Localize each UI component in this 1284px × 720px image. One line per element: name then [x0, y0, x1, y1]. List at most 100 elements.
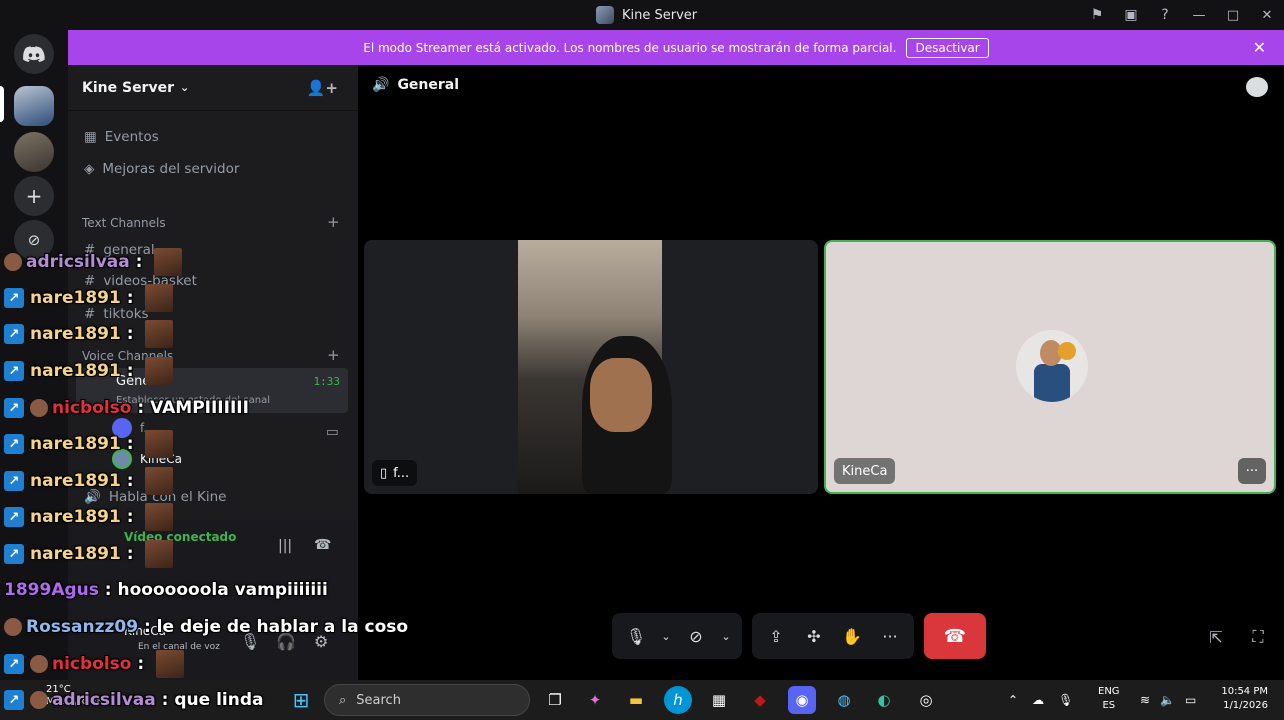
chat-emote-icon — [156, 650, 185, 678]
more-options-button[interactable]: ··· — [1238, 458, 1266, 484]
chat-message: adricsilvaa : — [4, 248, 183, 276]
add-voice-channel-icon[interactable]: + — [327, 346, 340, 364]
twitch-badge-icon: ↗ — [4, 471, 24, 491]
copilot-icon[interactable]: ✦ — [581, 686, 609, 714]
system-tray: ⌃ ☁ 🎙 — [1008, 680, 1073, 720]
edge-icon[interactable]: ◐ — [870, 686, 898, 714]
window-title: Kine Server — [596, 6, 697, 24]
activities-button[interactable]: ✣ — [798, 620, 830, 652]
chat-separator: : — [155, 690, 175, 710]
chat-username: nare1891 — [30, 471, 121, 491]
chat-username: nare1891 — [30, 361, 121, 381]
camera-off-button[interactable]: ⊘ — [680, 620, 712, 652]
app-icon[interactable]: ◎ — [912, 686, 940, 714]
avatar-ball — [1058, 342, 1076, 360]
chat-emote-icon — [154, 248, 183, 276]
avatar — [30, 655, 48, 673]
windows-start-icon[interactable]: ⊞ — [287, 686, 315, 714]
disable-streamer-button[interactable]: Desactivar — [906, 37, 989, 58]
chat-username: nicbolso — [52, 654, 132, 674]
video-tile-kineca[interactable]: KineCa ··· — [824, 240, 1276, 494]
chat-bubble-icon[interactable] — [1246, 77, 1268, 97]
selected-server-pill — [0, 86, 4, 122]
chat-separator: : — [138, 617, 157, 637]
mcafee-icon[interactable]: ◆ — [746, 686, 774, 714]
search-icon: ⌕ — [339, 692, 347, 708]
server-header[interactable]: Kine Server ⌄ 👤+ — [68, 65, 358, 111]
language-indicator[interactable]: ENG ES — [1098, 685, 1120, 713]
chat-message: ↗ nare1891 : — [4, 540, 174, 568]
minimize-button[interactable]: — — [1182, 0, 1216, 30]
chat-emote-icon — [145, 430, 174, 458]
discord-taskbar-icon[interactable]: ◉ — [788, 686, 816, 714]
noise-suppression-icon[interactable]: ||| — [278, 538, 292, 554]
events-item[interactable]: ▦ Eventos — [84, 127, 159, 147]
avatar — [1016, 330, 1088, 402]
pop-out-icon[interactable]: ⇱ — [1204, 625, 1228, 649]
call-controls: 🎙 ⌄ ⊘ ⌄ ⇪ ✣ ✋ ··· ☎ — [612, 613, 986, 659]
microphone-tray-icon[interactable]: 🎙 — [1058, 693, 1073, 707]
volume-icon[interactable]: 🔈 — [1160, 693, 1175, 707]
soundboard-button[interactable]: ✋ — [836, 620, 868, 652]
tile-name: f... — [393, 465, 410, 481]
maximize-button[interactable]: □ — [1216, 0, 1250, 30]
server-boosts-item[interactable]: ◈ Mejoras del servidor — [84, 159, 239, 179]
wifi-icon[interactable]: ≋ — [1140, 693, 1150, 707]
disconnect-icon[interactable]: ☎ — [314, 537, 331, 553]
chat-message: ↗ nicbolso : VAMPIIIIIII — [4, 394, 249, 422]
server-2-icon[interactable] — [14, 132, 54, 172]
boost-icon: ◈ — [84, 161, 95, 177]
close-banner-icon[interactable]: ✕ — [1253, 38, 1266, 57]
chat-username: Rossanzz09 — [26, 617, 139, 637]
streamer-mode-banner: El modo Streamer está activado. Los nomb… — [68, 30, 1284, 65]
chat-message: ↗ nare1891 : — [4, 430, 174, 458]
more-button[interactable]: ··· — [874, 620, 906, 652]
hp-icon[interactable]: ℎ — [664, 686, 692, 714]
invite-people-icon[interactable]: 👤+ — [307, 79, 338, 97]
chat-separator: : — [129, 252, 149, 272]
share-screen-button[interactable]: ⇪ — [760, 620, 792, 652]
clock[interactable]: 10:54 PM 1/1/2026 — [1212, 685, 1268, 713]
chat-text: que linda — [174, 690, 264, 710]
file-explorer-icon[interactable]: ▬ — [622, 686, 650, 714]
chat-message: ↗ nare1891 : — [4, 503, 174, 531]
battery-icon[interactable]: ▭ — [1185, 693, 1196, 707]
chrome-icon[interactable]: ◍ — [830, 686, 858, 714]
chat-text: hooooooola vampiiiiiii — [117, 580, 328, 600]
chevron-up-icon[interactable]: ⌃ — [1008, 693, 1018, 707]
store-icon[interactable]: ▦ — [705, 686, 733, 714]
chat-separator: : — [131, 398, 151, 418]
chat-message: ↗ nare1891 : — [4, 320, 174, 348]
add-text-channel-icon[interactable]: + — [327, 213, 340, 231]
chat-separator: : — [120, 288, 140, 308]
add-server-icon[interactable]: + — [14, 176, 54, 216]
disconnect-call-button[interactable]: ☎ — [924, 613, 986, 659]
clock-time: 10:54 PM — [1221, 686, 1268, 697]
chat-message: ↗ nare1891 : — [4, 467, 174, 495]
server-kine-icon[interactable] — [14, 86, 54, 126]
clock-date: 1/1/2026 — [1223, 700, 1268, 711]
chat-message: ↗ adricsilvaa : que linda — [4, 686, 264, 714]
microphone-button[interactable]: 🎙 — [620, 620, 652, 652]
chat-message: 1899Agus : hooooooola vampiiiiiii — [4, 576, 328, 604]
lang-primary: ENG — [1098, 686, 1120, 697]
discord-home-icon[interactable] — [14, 34, 54, 74]
chat-username: nare1891 — [30, 544, 121, 564]
avatar — [30, 691, 48, 709]
taskbar-search[interactable]: ⌕ Search — [324, 684, 530, 716]
screen-share-icon[interactable]: ▣ — [1114, 0, 1148, 30]
onedrive-icon[interactable]: ☁ — [1032, 693, 1044, 707]
video-tile-user-1[interactable]: ▯ f... — [364, 240, 818, 494]
task-view-icon[interactable]: ❐ — [541, 686, 569, 714]
help-icon[interactable]: ? — [1148, 0, 1182, 30]
chat-username: nare1891 — [30, 288, 121, 308]
close-window-button[interactable]: ✕ — [1250, 0, 1284, 30]
chat-message: ↗ nicbolso : — [4, 650, 185, 678]
chat-separator: : — [120, 361, 140, 381]
camera-options-chevron-icon[interactable]: ⌄ — [718, 620, 734, 652]
text-channels-category[interactable]: Text Channels — [82, 216, 166, 230]
mic-options-chevron-icon[interactable]: ⌄ — [658, 620, 674, 652]
quest-flag-icon[interactable]: ⚑ — [1080, 0, 1114, 30]
twitch-badge-icon: ↗ — [4, 398, 24, 418]
fullscreen-icon[interactable]: ⛶ — [1246, 625, 1270, 649]
